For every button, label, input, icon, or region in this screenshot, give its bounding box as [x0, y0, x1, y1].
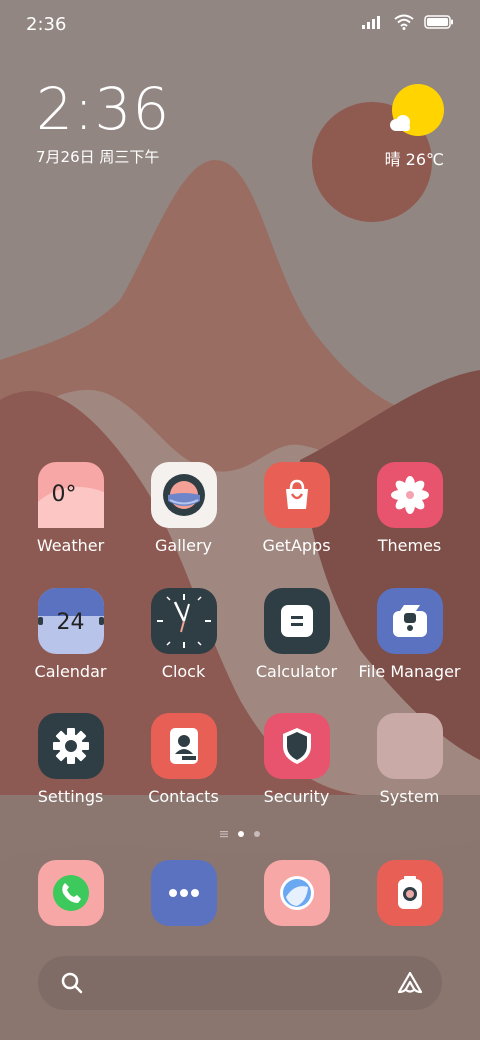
clock-icon — [150, 588, 217, 654]
dock-messages[interactable] — [127, 860, 240, 926]
app-system-folder[interactable]: System — [353, 713, 466, 806]
app-calculator[interactable]: Calculator — [240, 588, 353, 681]
gallery-icon — [150, 462, 217, 528]
app-label: Settings — [37, 787, 104, 806]
clock-widget-time: 2:36 — [36, 75, 171, 143]
weather-icon-temp: 0° — [51, 482, 77, 507]
wifi-icon — [394, 14, 414, 30]
app-contacts[interactable]: Contacts — [127, 713, 240, 806]
app-file-manager[interactable]: File Manager — [353, 588, 466, 681]
app-getapps[interactable]: GetApps — [240, 462, 353, 555]
app-label: GetApps — [262, 536, 331, 555]
app-label: Calculator — [255, 662, 338, 681]
app-label: Security — [263, 787, 330, 806]
page-dot-active[interactable] — [238, 831, 244, 837]
shopping-bag-icon — [263, 462, 330, 528]
dock-browser[interactable] — [240, 860, 353, 926]
calculator-icon — [263, 588, 330, 654]
app-label: Themes — [377, 536, 442, 555]
messages-icon — [150, 860, 217, 926]
folder-system-icon — [376, 713, 443, 779]
clock-widget-date: 7月26日 周三下午 — [36, 148, 160, 166]
app-label: Gallery — [155, 536, 212, 555]
app-label: File Manager — [358, 662, 461, 681]
dock-phone[interactable] — [14, 860, 127, 926]
status-icons — [362, 14, 454, 30]
app-settings[interactable]: Settings — [14, 713, 127, 806]
app-label: System — [379, 787, 440, 806]
assistant-icon[interactable] — [396, 970, 424, 996]
battery-icon — [424, 15, 453, 29]
app-themes[interactable]: Themes — [353, 462, 466, 555]
camera-icon — [376, 860, 443, 926]
page-indicator — [0, 830, 480, 838]
weather-widget[interactable]: 晴 26℃ — [324, 82, 444, 172]
search-bar[interactable] — [38, 956, 442, 1010]
folder-icon — [376, 588, 443, 654]
calendar-icon: 24 — [37, 588, 104, 654]
weather-icon: 0° — [37, 462, 104, 528]
search-icon — [61, 972, 83, 994]
signal-icon — [362, 16, 380, 29]
app-security[interactable]: Security — [240, 713, 353, 806]
clock-widget[interactable]: 2:36 7月26日 周三下午 — [36, 78, 170, 167]
contacts-icon — [150, 713, 217, 779]
shield-icon — [263, 713, 330, 779]
app-clock[interactable]: Clock — [127, 588, 240, 681]
app-calendar[interactable]: 24 Calendar — [14, 588, 127, 681]
app-label: Clock — [161, 662, 206, 681]
app-gallery[interactable]: Gallery — [127, 462, 240, 555]
status-time: 2:36 — [26, 14, 67, 35]
status-bar: 2:36 — [0, 0, 480, 50]
flower-icon — [376, 462, 443, 528]
browser-icon — [263, 860, 330, 926]
calendar-icon-day: 24 — [56, 609, 85, 635]
dock-camera[interactable] — [353, 860, 466, 926]
menu-lines-icon — [220, 831, 228, 838]
app-label: Contacts — [148, 787, 219, 806]
gear-icon — [37, 713, 104, 779]
app-label: Calendar — [34, 662, 107, 681]
cloud-icon — [390, 115, 410, 131]
app-weather[interactable]: 0° Weather — [14, 462, 127, 555]
app-label: Weather — [36, 536, 105, 555]
page-dot[interactable] — [254, 831, 260, 837]
weather-condition-temp: 晴 26℃ — [384, 150, 444, 169]
phone-icon — [37, 860, 104, 926]
